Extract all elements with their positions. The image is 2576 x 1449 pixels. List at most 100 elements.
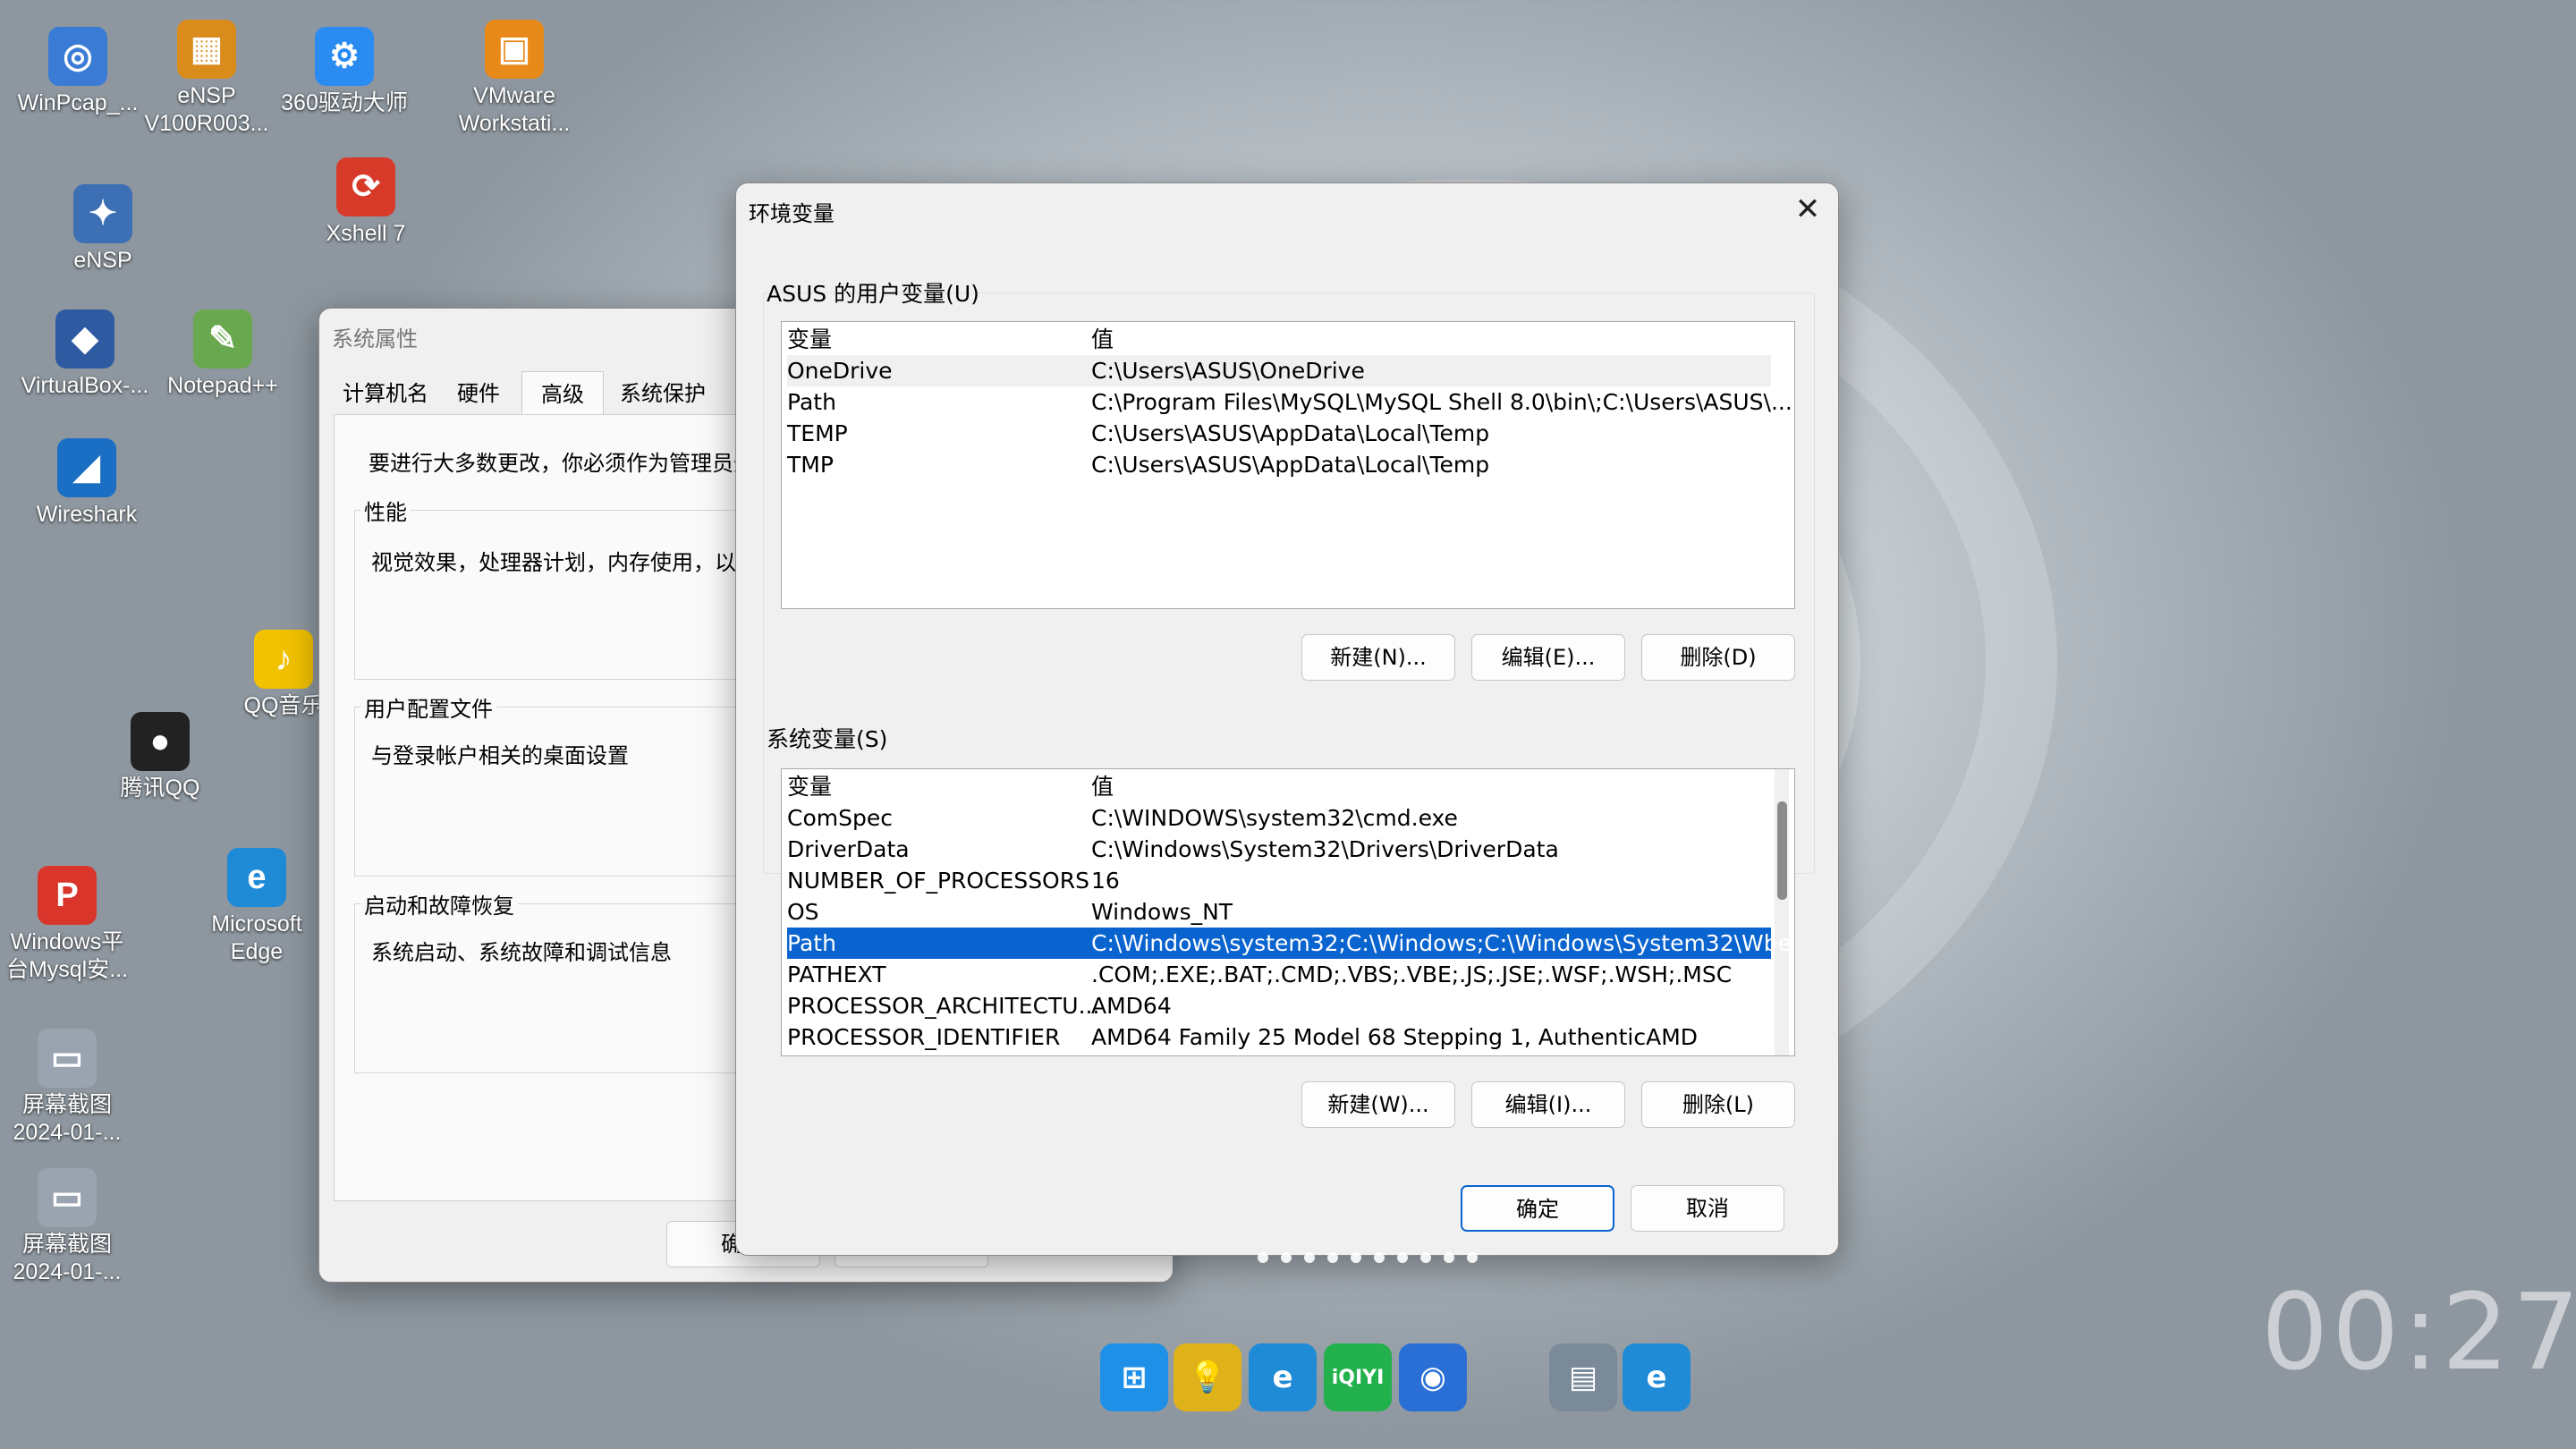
user-delete-button[interactable]: 删除(D) — [1641, 634, 1795, 681]
system-vars-list[interactable]: 变量 值 ComSpec C:\WINDOWS\system32\cmd.exe D… — [781, 768, 1795, 1056]
column-variable[interactable]: 变量 — [787, 771, 832, 802]
tencent-qq-icon: ● — [131, 712, 190, 771]
variable-name: Path — [787, 930, 836, 956]
page-dot[interactable] — [1327, 1252, 1338, 1263]
column-value[interactable]: 值 — [1091, 771, 1114, 802]
column-value[interactable]: 值 — [1091, 324, 1114, 355]
tab-computer-name[interactable]: 计算机名 — [337, 371, 434, 416]
system-delete-button[interactable]: 删除(L) — [1641, 1081, 1795, 1128]
cancel-button[interactable]: 取消 — [1631, 1185, 1784, 1232]
screenshot-1-icon: ▭ — [38, 1029, 97, 1088]
variable-row[interactable]: OneDrive C:\Users\ASUS\OneDrive — [787, 355, 1771, 386]
desktop-icon-label: WinPcap_... — [17, 90, 139, 115]
desktop-icon-label: Notepad++ — [167, 373, 278, 398]
user-profile-label: 用户配置文件 — [360, 691, 496, 723]
desktop-icon-label: VirtualBox-... — [21, 373, 149, 398]
desktop-icon-360-driver[interactable]: ⚙ 360驱动大师 — [277, 27, 411, 117]
list-header: 变量 值 — [787, 771, 1771, 802]
page-dot[interactable] — [1281, 1252, 1292, 1263]
desktop-icon-vmware[interactable]: ▣ VMware Workstati... — [447, 20, 581, 138]
desktop-icon-ensp-installer[interactable]: ▦ eNSP V100R003... — [140, 20, 274, 138]
tab-system-protection[interactable]: 系统保护 — [614, 371, 711, 416]
user-new-button[interactable]: 新建(N)... — [1301, 634, 1455, 681]
window-title: 环境变量 — [749, 201, 835, 226]
variable-value: C:\Program Files\MySQL\MySQL Shell 8.0\b… — [1091, 389, 1792, 415]
variable-row[interactable]: PATHEXT .COM;.EXE;.BAT;.CMD;.VBS;.VBE;.JS… — [787, 959, 1771, 990]
title-bar[interactable]: 环境变量 ✕ — [736, 183, 1838, 237]
desktop-icon-tencent-qq[interactable]: ● 腾讯QQ — [93, 712, 227, 802]
variable-row[interactable]: PROCESSOR_IDENTIFIER AMD64 Family 25 Mode… — [787, 1021, 1771, 1053]
ensp-icon: ✦ — [73, 184, 132, 243]
variable-value: 16 — [1091, 868, 1120, 894]
variable-value: C:\Windows\system32;C:\Windows;C:\Window… — [1091, 930, 1795, 956]
desktop-icon-notepadpp[interactable]: ✎ Notepad++ — [156, 309, 290, 400]
page-dot[interactable] — [1444, 1252, 1454, 1263]
variable-row[interactable]: PROCESSOR_ARCHITECTU... AMD64 — [787, 990, 1771, 1021]
user-profile-text: 与登录帐户相关的桌面设置 — [371, 743, 629, 768]
desktop-icon-label: 腾讯QQ — [120, 775, 200, 801]
page-dot[interactable] — [1351, 1252, 1361, 1263]
desktop-icon-windows-mysql-doc[interactable]: P Windows平台Mysql安... — [0, 866, 134, 984]
page-dot[interactable] — [1397, 1252, 1408, 1263]
taskbar-edge-icon[interactable]: e — [1249, 1343, 1317, 1411]
variable-value: C:\WINDOWS\system32\cmd.exe — [1091, 805, 1458, 831]
virtualbox-icon: ◆ — [55, 309, 114, 369]
page-dot[interactable] — [1420, 1252, 1431, 1263]
variable-row[interactable]: Path C:\Windows\system32;C:\Windows;C:\Wi… — [787, 928, 1794, 959]
desktop-icon-ensp[interactable]: ✦ eNSP — [36, 184, 170, 275]
variable-row[interactable]: TMP C:\Users\ASUS\AppData\Local\Temp — [787, 449, 1771, 480]
desktop-icon-xshell[interactable]: ⟳ Xshell 7 — [299, 157, 433, 248]
performance-label: 性能 — [360, 495, 411, 526]
system-vars-scrollbar[interactable] — [1775, 769, 1789, 1055]
desktop-icon-winpcap[interactable]: ◎ WinPcap_... — [11, 27, 145, 117]
desktop-icon-screenshot-2[interactable]: ▭ 屏幕截图 2024-01-... — [0, 1168, 134, 1286]
tab-hardware[interactable]: 硬件 — [452, 371, 505, 416]
variable-name: PATHEXT — [787, 962, 886, 987]
close-icon[interactable]: ✕ — [1784, 189, 1831, 232]
page-dot[interactable] — [1304, 1252, 1315, 1263]
variable-row[interactable]: DriverData C:\Windows\System32\Drivers\Dr… — [787, 834, 1771, 865]
variable-name: TMP — [787, 452, 834, 478]
variable-row[interactable]: Path C:\Program Files\MySQL\MySQL Shell 8… — [787, 386, 1792, 418]
ensp-installer-icon: ▦ — [177, 20, 236, 79]
taskbar-start-icon[interactable]: ⊞ — [1100, 1343, 1168, 1411]
taskbar-iqiyi-icon[interactable]: iQIYI — [1324, 1343, 1392, 1411]
taskbar-snipping-tool-icon[interactable]: ◉ — [1399, 1343, 1467, 1411]
variable-value: AMD64 — [1091, 993, 1172, 1019]
user-edit-button[interactable]: 编辑(E)... — [1471, 634, 1625, 681]
system-vars-label: 系统变量(S) — [767, 726, 888, 752]
taskbar-notepad-icon[interactable]: ▤ — [1549, 1343, 1617, 1411]
variable-row[interactable]: OS Windows_NT — [787, 896, 1771, 928]
variable-name: PROCESSOR_IDENTIFIER — [787, 1024, 1061, 1050]
system-edit-button[interactable]: 编辑(I)... — [1471, 1081, 1625, 1128]
taskbar-tips-icon[interactable]: 💡 — [1174, 1343, 1241, 1411]
system-new-button[interactable]: 新建(W)... — [1301, 1081, 1455, 1128]
variable-row[interactable]: ComSpec C:\WINDOWS\system32\cmd.exe — [787, 802, 1771, 834]
page-dot[interactable] — [1258, 1252, 1268, 1263]
winpcap-icon: ◎ — [48, 27, 107, 86]
scrollbar-thumb[interactable] — [1777, 801, 1787, 900]
user-vars-list[interactable]: 变量 值 OneDrive C:\Users\ASUS\OneDrive Path C… — [781, 321, 1795, 609]
list-header: 变量 值 — [787, 324, 1771, 355]
admin-notice: 要进行大多数更改，你必须作为管理员登录。 — [369, 451, 798, 476]
desktop-icon-microsoft-edge[interactable]: e Microsoft Edge — [190, 848, 324, 966]
desktop-icon-wireshark[interactable]: ◢ Wireshark — [20, 438, 154, 529]
desktop-icon-label: Xshell 7 — [326, 221, 406, 246]
variable-name: OS — [787, 899, 819, 925]
variable-value: .COM;.EXE;.BAT;.CMD;.VBS;.VBE;.JS;.JSE;.… — [1091, 962, 1733, 987]
desktop-icon-virtualbox[interactable]: ◆ VirtualBox-... — [18, 309, 152, 400]
tab-advanced[interactable]: 高级 — [521, 371, 604, 416]
page-dot[interactable] — [1467, 1252, 1478, 1263]
variable-value: C:\Users\ASUS\OneDrive — [1091, 358, 1365, 384]
wireshark-icon: ◢ — [57, 438, 116, 497]
taskbar-edge-2-icon[interactable]: e — [1623, 1343, 1690, 1411]
column-variable[interactable]: 变量 — [787, 324, 832, 355]
desktop-icon-screenshot-1[interactable]: ▭ 屏幕截图 2024-01-... — [0, 1029, 134, 1147]
variable-name: TEMP — [787, 420, 848, 446]
variable-row[interactable]: NUMBER_OF_PROCESSORS 16 — [787, 865, 1771, 896]
variable-row[interactable]: TEMP C:\Users\ASUS\AppData\Local\Temp — [787, 418, 1771, 449]
ok-button[interactable]: 确定 — [1461, 1185, 1614, 1232]
startup-recovery-label: 启动和故障恢复 — [360, 888, 518, 919]
page-dot[interactable] — [1374, 1252, 1385, 1263]
environment-variables-dialog[interactable]: 环境变量 ✕ ASUS 的用户变量(U) 变量 值 OneDrive C:\Use… — [735, 182, 1839, 1256]
